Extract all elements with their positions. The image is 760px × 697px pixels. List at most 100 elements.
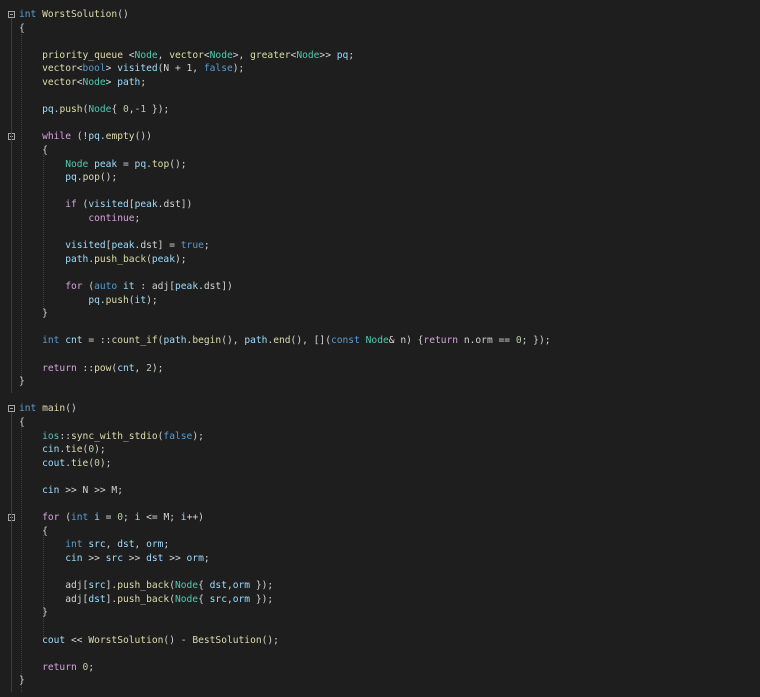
code-line[interactable]: cin >> src >> dst >> orm; [19,552,210,566]
code-token: orm [186,553,204,564]
code-line[interactable]: vector<Node> path; [19,76,146,90]
minus-box-icon[interactable] [8,11,15,18]
code-token: Node [174,580,199,592]
code-token: peak [94,158,118,170]
code-token: return [42,362,77,374]
code-line[interactable]: { [19,22,25,36]
code-token: ); [232,63,245,75]
code-line[interactable]: adj[src].push_back(Node{ dst,orm }); [19,579,273,593]
code-line[interactable]: for (int i = 0; i <= M; i++) [19,511,204,525]
code-token: int [42,335,60,347]
code-token: { [19,417,25,428]
code-line[interactable]: cout << WorstSolution() - BestSolution()… [19,634,279,648]
code-token: path [117,77,141,88]
code-line[interactable]: } [19,606,48,620]
code-token: push_back [117,593,170,605]
code-token: vector [169,49,204,61]
code-token: Node [65,158,89,170]
code-token: ); [174,253,187,265]
code-token: main [42,403,66,415]
code-line[interactable]: int main() [19,402,77,416]
code-token: top [151,158,170,170]
code-token: peak [175,281,199,292]
code-line[interactable]: cin >> N >> M; [19,484,123,498]
code-line[interactable]: continue; [19,212,140,226]
code-token: cin [42,485,60,496]
code-token: } [19,607,48,619]
code-token: & n) { [388,335,424,347]
code-token: >> [122,553,147,564]
code-token: dst [88,593,106,605]
code-token: (); [169,158,187,170]
code-token: if [65,199,77,211]
code-line[interactable]: pq.push(Node{ 0,-1 }); [19,103,169,117]
code-line[interactable]: if (visited[peak.dst]) [19,198,192,212]
code-token: WorstSolution [42,9,118,20]
code-token: n.orm == [458,335,516,347]
code-token: int [19,9,37,20]
code-line[interactable]: } [19,674,25,688]
code-token: , [134,539,147,551]
code-line[interactable]: int cnt = ::count_if(path.begin(), path.… [19,334,550,348]
code-token: ); [94,444,106,456]
code-token: auto [94,281,118,292]
code-token: (! [71,131,89,143]
code-line[interactable]: } [19,307,48,321]
code-token: true [180,240,204,252]
code-token: { [198,593,210,605]
code-editor[interactable]: int WorstSolution(){ priority_queue <Nod… [0,0,760,697]
code-token: >> [319,49,337,61]
code-token: .dst]) [157,199,193,211]
code-line[interactable]: visited[peak.dst] = true; [19,239,209,253]
code-token: ; [203,553,210,564]
code-token: ); [192,430,204,442]
code-line[interactable]: priority_queue <Node, vector<Node>, grea… [19,49,354,63]
code-line[interactable]: { [19,525,48,539]
code-token: ]. [105,580,118,592]
code-token: pq [336,49,349,61]
code-line[interactable]: } [19,375,25,389]
code-token: BestSolution [192,634,262,646]
code-token: while [42,131,71,143]
code-token: bool [82,63,106,75]
code-token: visited [117,63,158,75]
code-line[interactable]: adj[dst].push_back(Node{ src,orm }); [19,593,273,607]
code-line[interactable]: path.push_back(peak); [19,253,187,267]
code-token: ; [163,539,170,551]
code-line[interactable]: Node peak = pq.top(); [19,158,187,172]
code-line[interactable]: while (!pq.empty()) [19,130,152,144]
code-token: int [65,539,83,551]
code-token: ); [99,457,112,469]
code-line[interactable]: pq.push(it); [19,294,157,308]
code-line[interactable]: { [19,416,25,430]
code-token: >> N >> M; [59,485,123,496]
minus-box-icon[interactable] [8,405,15,413]
code-line[interactable]: return 0; [19,661,94,675]
code-token: () [65,403,77,415]
code-token: ( [59,512,71,524]
code-line[interactable]: pq.pop(); [19,171,117,185]
code-token: ,- [128,104,141,116]
code-token: orm [146,539,164,551]
code-token: < [122,49,135,61]
code-line[interactable]: int src, dst, orm; [19,538,169,552]
code-line[interactable]: cout.tie(0); [19,457,111,471]
code-token: : adj[ [134,281,175,292]
code-line[interactable]: { [19,144,48,158]
code-line[interactable]: int WorstSolution() [19,8,129,22]
code-token: peak [151,253,175,265]
code-token: it [134,294,147,306]
code-line[interactable]: for (auto it : adj[peak.dst]) [19,280,233,294]
code-token: sync_with_stdio [71,430,158,442]
code-line[interactable]: cin.tie(0); [19,443,106,457]
code-line[interactable]: ios::sync_with_stdio(false); [19,430,204,444]
code-token: push [105,294,129,306]
code-line[interactable]: vector<bool> visited(N + 1, false); [19,62,244,76]
code-line[interactable]: return ::pow(cnt, 2); [19,362,163,376]
